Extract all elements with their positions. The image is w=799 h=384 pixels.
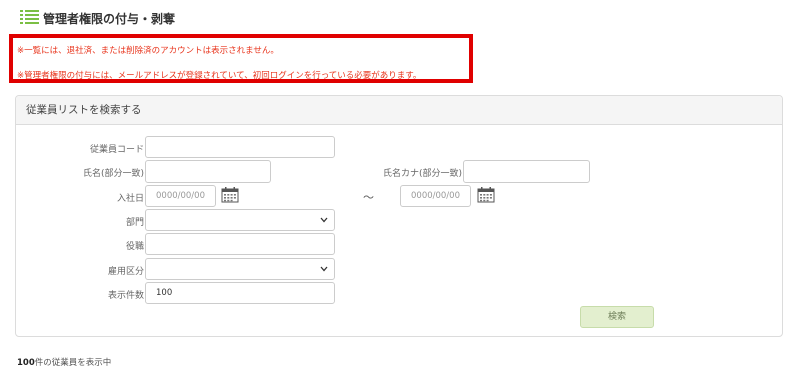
result-count-suffix: 件の従業員を表示中 — [34, 358, 112, 368]
notice-admin-requirements: ※管理者権限の付与には、メールアドレスが登録されていて、初回ログインを行っている… — [17, 71, 422, 81]
name-kana-input[interactable] — [463, 160, 590, 183]
department-label: 部門 — [125, 218, 144, 228]
employment-type-select[interactable] — [145, 258, 335, 280]
name-kana-label: 氏名カナ(部分一致) — [382, 169, 462, 179]
employee-code-label: 従業員コード — [89, 145, 144, 155]
name-label: 氏名(部分一致) — [82, 169, 144, 179]
department-select[interactable] — [145, 209, 335, 231]
result-count-number: 100 — [17, 358, 35, 368]
search-panel-title: 従業員リストを検索する — [16, 96, 782, 125]
date-range-separator: ～ — [363, 191, 374, 204]
hire-date-label: 入社日 — [116, 194, 144, 204]
chevron-down-icon — [320, 266, 328, 272]
list-icon — [20, 9, 39, 24]
notice-excluded-accounts: ※一覧には、退社済、または削除済のアカウントは表示されません。 — [17, 46, 279, 56]
display-count-input[interactable] — [145, 282, 335, 304]
calendar-icon[interactable] — [221, 186, 239, 203]
hire-date-from-input[interactable] — [145, 185, 216, 207]
position-input[interactable] — [145, 233, 335, 255]
employee-code-input[interactable] — [145, 136, 335, 158]
employment-type-label: 雇用区分 — [107, 267, 144, 277]
notice-box: ※一覧には、退社済、または削除済のアカウントは表示されません。 ※管理者権限の付… — [9, 34, 473, 83]
search-button[interactable]: 検索 — [580, 306, 654, 328]
hire-date-to-input[interactable] — [400, 185, 471, 207]
name-input[interactable] — [145, 160, 271, 183]
page-title: 管理者権限の付与・剥奪 — [43, 12, 176, 26]
result-count-text: 100件の従業員を表示中 — [17, 356, 111, 368]
position-label: 役職 — [125, 242, 144, 252]
display-count-label: 表示件数 — [107, 291, 144, 301]
calendar-icon[interactable] — [477, 186, 495, 203]
page-header: 管理者権限の付与・剥奪 — [20, 8, 175, 27]
chevron-down-icon — [320, 217, 328, 223]
